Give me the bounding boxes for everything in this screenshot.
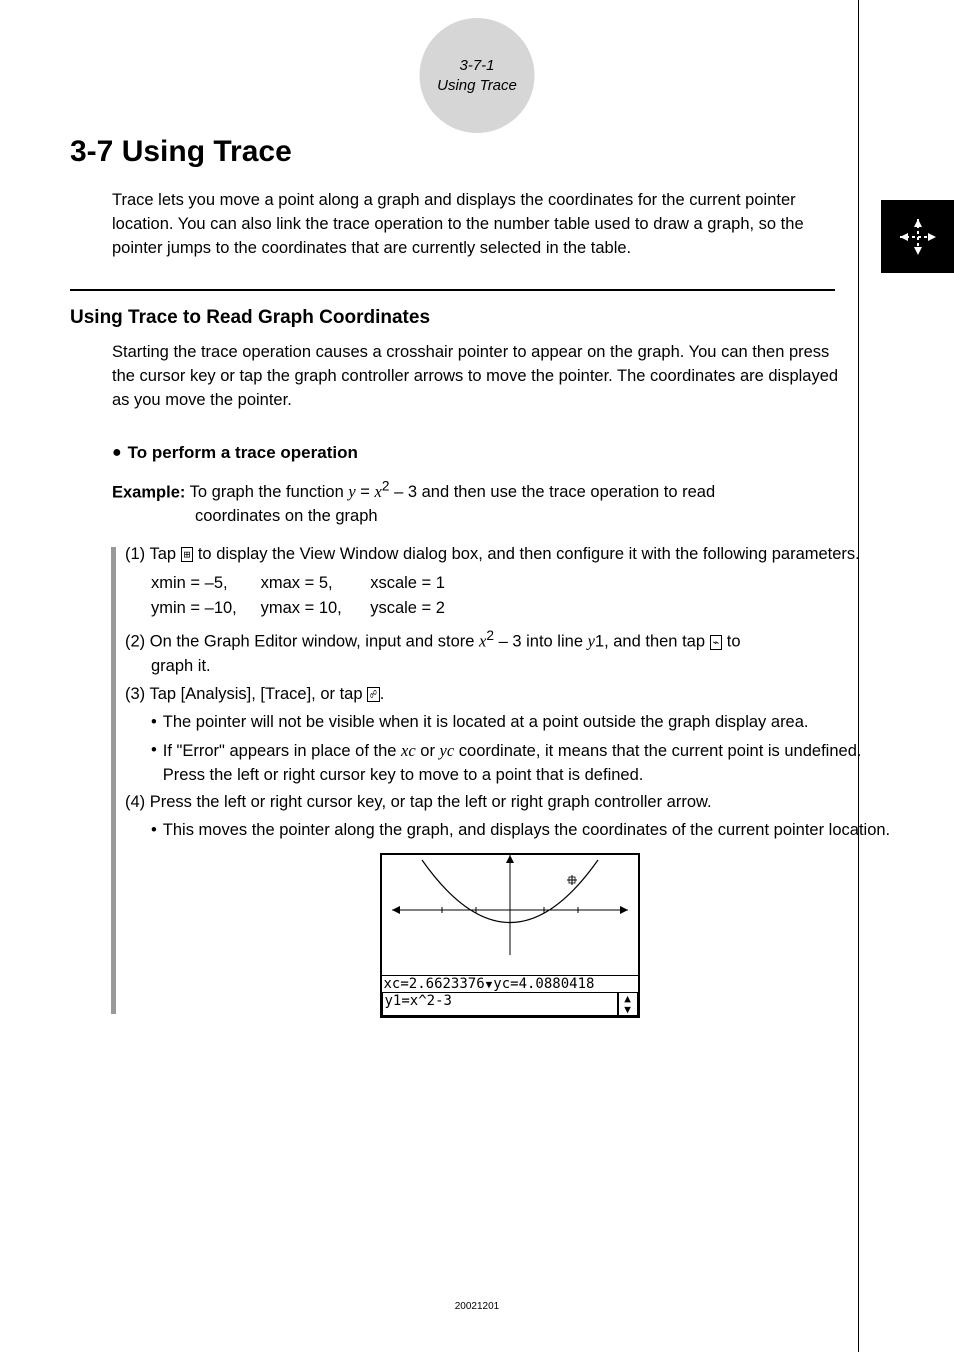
badge-line1: 3-7-1	[459, 56, 494, 76]
step-3-note-2: • If "Error" appears in place of the xc …	[151, 739, 894, 788]
example-label: Example:	[112, 483, 185, 501]
step-1: (1) Tap ⊞ to display the View Window dia…	[125, 543, 894, 567]
section-heading: Using Trace to Read Graph Coordinates	[70, 307, 894, 329]
page-right-margin	[858, 0, 954, 1352]
bullet-dot: ●	[112, 443, 122, 462]
footer-code: 20021201	[0, 1301, 954, 1312]
badge-line2: Using Trace	[437, 76, 517, 96]
section-intro: Starting the trace operation causes a cr…	[112, 341, 842, 413]
steps-sidebar	[111, 547, 116, 1014]
step-3: (3) Tap [Analysis], [Trace], or tap ☍.	[125, 683, 894, 707]
plot-area	[382, 855, 638, 975]
example-text-line2: coordinates on the graph	[195, 505, 894, 529]
graph-icon: ⌁	[710, 635, 723, 650]
procedure-heading: To perform a trace operation	[128, 443, 358, 463]
step-1-params: xmin = –5, xmax = 5, xscale = 1 ymin = –…	[151, 571, 894, 621]
trace-coordinates: xc=2.6623376▼yc=4.0880418	[382, 975, 638, 992]
section-divider	[70, 289, 835, 291]
step-3-note-1: • The pointer will not be visible when i…	[151, 711, 894, 735]
intro-paragraph: Trace lets you move a point along a grap…	[112, 189, 832, 261]
example-block: Example: To graph the function y = x2 – …	[112, 477, 894, 529]
view-window-icon: ⊞	[181, 547, 194, 562]
thumb-tab	[881, 200, 954, 273]
page-title: 3-7 Using Trace	[70, 135, 894, 169]
trace-figure: xc=2.6623376▼yc=4.0880418 y1=x^2-3 ▲▼	[380, 853, 640, 1018]
page-header-badge: 3-7-1 Using Trace	[420, 18, 535, 133]
step-4: (4) Press the left or right cursor key, …	[125, 791, 894, 815]
tab-crosshair-icon	[898, 217, 938, 257]
step-4-note-1: • This moves the pointer along the graph…	[151, 819, 894, 843]
trace-icon: ☍	[367, 687, 380, 702]
example-text: To graph the function y = x2 – 3 and the…	[190, 483, 715, 501]
step-2: (2) On the Graph Editor window, input an…	[125, 626, 894, 678]
trace-equation: y1=x^2-3	[382, 992, 618, 1016]
stepper-icon: ▲▼	[618, 992, 638, 1016]
